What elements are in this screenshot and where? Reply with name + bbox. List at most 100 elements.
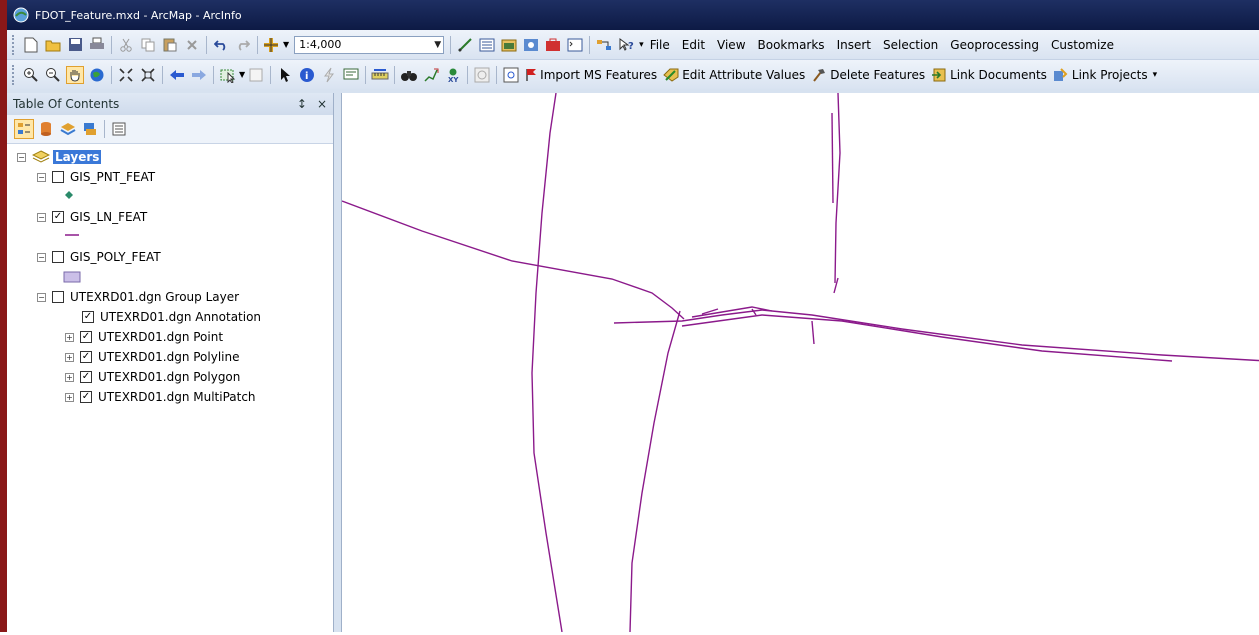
layer-visibility-checkbox[interactable]: ✓ bbox=[80, 371, 92, 383]
panel-splitter[interactable] bbox=[334, 93, 341, 632]
layer-label[interactable]: UTEXRD01.dgn Group Layer bbox=[70, 290, 239, 304]
toolbar-grip[interactable] bbox=[12, 64, 17, 85]
menu-selection[interactable]: Selection bbox=[883, 38, 938, 52]
layer-label[interactable]: GIS_LN_FEAT bbox=[70, 210, 147, 224]
save-icon[interactable] bbox=[66, 36, 84, 54]
road-line[interactable] bbox=[629, 310, 681, 633]
delete-icon[interactable] bbox=[183, 36, 201, 54]
link-projects-button[interactable]: Link Projects bbox=[1053, 68, 1148, 82]
road-line[interactable] bbox=[531, 92, 563, 633]
new-document-icon[interactable] bbox=[22, 36, 40, 54]
layer-row-group-layer[interactable]: − UTEXRD01.dgn Group Layer bbox=[37, 288, 239, 306]
layer-row-gis-poly-feat[interactable]: − GIS_POLY_FEAT bbox=[37, 248, 161, 266]
toolbar-grip[interactable] bbox=[12, 34, 17, 55]
road-line[interactable] bbox=[834, 92, 841, 284]
go-to-xy-icon[interactable]: XY bbox=[444, 66, 462, 84]
copy-icon[interactable] bbox=[139, 36, 157, 54]
list-by-selection-icon[interactable] bbox=[80, 119, 100, 139]
layer-visibility-checkbox[interactable]: ✓ bbox=[82, 311, 94, 323]
layers-root-label[interactable]: Layers bbox=[53, 150, 102, 164]
arctoolbox-icon[interactable] bbox=[544, 36, 562, 54]
search-window-icon[interactable] bbox=[522, 36, 540, 54]
sublayer-row-polygon[interactable]: + ✓ UTEXRD01.dgn Polygon bbox=[65, 368, 240, 386]
menu-customize[interactable]: Customize bbox=[1051, 38, 1114, 52]
add-data-icon[interactable] bbox=[263, 36, 281, 54]
time-slider-icon[interactable] bbox=[473, 66, 491, 84]
sublayer-label[interactable]: UTEXRD01.dgn Point bbox=[98, 330, 223, 344]
chevron-down-icon[interactable]: ▼ bbox=[434, 40, 441, 50]
collapse-toggle[interactable]: − bbox=[17, 152, 26, 162]
sublayer-row-polyline[interactable]: + ✓ UTEXRD01.dgn Polyline bbox=[65, 348, 239, 366]
sublayer-row-annotation[interactable]: ✓ UTEXRD01.dgn Annotation bbox=[82, 308, 261, 326]
sublayer-label[interactable]: UTEXRD01.dgn Polyline bbox=[98, 350, 239, 364]
clear-selection-icon[interactable] bbox=[247, 66, 265, 84]
list-by-source-icon[interactable] bbox=[36, 119, 56, 139]
undo-icon[interactable] bbox=[212, 36, 230, 54]
collapse-toggle[interactable]: − bbox=[37, 292, 46, 302]
go-forward-arrow-icon[interactable] bbox=[190, 66, 208, 84]
map-canvas[interactable] bbox=[341, 92, 1259, 633]
layer-visibility-checkbox[interactable] bbox=[52, 251, 64, 263]
expand-toggle[interactable]: + bbox=[65, 352, 74, 362]
pan-hand-icon[interactable] bbox=[66, 65, 84, 84]
select-dropdown-icon[interactable]: ▼ bbox=[239, 70, 245, 79]
collapse-toggle[interactable]: − bbox=[37, 252, 46, 262]
fixed-zoom-out-icon[interactable] bbox=[139, 66, 157, 84]
identify-icon[interactable]: i bbox=[298, 66, 316, 84]
menu-geoprocessing[interactable]: Geoprocessing bbox=[950, 38, 1039, 52]
model-builder-icon[interactable] bbox=[595, 36, 613, 54]
paste-icon[interactable] bbox=[161, 36, 179, 54]
go-back-arrow-icon[interactable] bbox=[168, 66, 186, 84]
menu-view[interactable]: View bbox=[717, 38, 745, 52]
python-window-icon[interactable] bbox=[566, 36, 584, 54]
zoom-in-icon[interactable] bbox=[22, 66, 40, 84]
select-elements-arrow-icon[interactable] bbox=[276, 66, 294, 84]
find-binoculars-icon[interactable] bbox=[400, 66, 418, 84]
collapse-toggle[interactable]: − bbox=[37, 212, 46, 222]
road-line[interactable] bbox=[341, 200, 685, 320]
layer-visibility-checkbox[interactable]: ✓ bbox=[80, 391, 92, 403]
menu-file[interactable]: File bbox=[650, 38, 670, 52]
layer-visibility-checkbox[interactable]: ✓ bbox=[80, 331, 92, 343]
sublayer-label[interactable]: UTEXRD01.dgn Annotation bbox=[100, 310, 261, 324]
expand-toggle[interactable]: + bbox=[65, 332, 74, 342]
delete-features-button[interactable]: Delete Features bbox=[811, 68, 925, 82]
toc-options-icon[interactable] bbox=[109, 119, 129, 139]
menu-edit[interactable]: Edit bbox=[682, 38, 705, 52]
find-route-icon[interactable] bbox=[422, 66, 440, 84]
sublayer-row-multipatch[interactable]: + ✓ UTEXRD01.dgn MultiPatch bbox=[65, 388, 256, 406]
road-line[interactable] bbox=[831, 112, 834, 204]
link-documents-button[interactable]: Link Documents bbox=[931, 68, 1047, 82]
catalog-window-icon[interactable] bbox=[500, 36, 518, 54]
redo-icon[interactable] bbox=[234, 36, 252, 54]
sublayer-label[interactable]: UTEXRD01.dgn MultiPatch bbox=[98, 390, 256, 404]
layer-label[interactable]: GIS_PNT_FEAT bbox=[70, 170, 155, 184]
expand-toggle[interactable]: + bbox=[65, 372, 74, 382]
list-by-visibility-icon[interactable] bbox=[58, 119, 78, 139]
collapse-toggle[interactable]: − bbox=[37, 172, 46, 182]
create-viewer-window-icon[interactable] bbox=[502, 66, 520, 84]
pin-icon[interactable]: ↕ bbox=[297, 97, 307, 111]
sublayer-row-point[interactable]: + ✓ UTEXRD01.dgn Point bbox=[65, 328, 223, 346]
hyperlink-lightning-icon[interactable] bbox=[320, 66, 338, 84]
layer-visibility-checkbox[interactable] bbox=[52, 291, 64, 303]
road-line[interactable] bbox=[811, 320, 815, 345]
cut-icon[interactable] bbox=[117, 36, 135, 54]
toolbar-overflow-icon[interactable]: ▾ bbox=[1153, 70, 1158, 80]
whats-this-help-icon[interactable]: ? bbox=[617, 36, 635, 54]
measure-icon[interactable] bbox=[371, 66, 389, 84]
layer-row-gis-ln-feat[interactable]: − ✓ GIS_LN_FEAT bbox=[37, 208, 147, 226]
layer-visibility-checkbox[interactable]: ✓ bbox=[52, 211, 64, 223]
menu-bookmarks[interactable]: Bookmarks bbox=[758, 38, 825, 52]
full-extent-globe-icon[interactable] bbox=[88, 66, 106, 84]
toolbar-overflow-icon[interactable]: ▾ bbox=[639, 40, 644, 50]
select-features-icon[interactable] bbox=[219, 66, 237, 84]
layer-row-gis-pnt-feat[interactable]: − GIS_PNT_FEAT bbox=[37, 168, 155, 186]
edit-attribute-values-button[interactable]: Edit Attribute Values bbox=[663, 68, 805, 82]
import-ms-features-button[interactable]: Import MS Features bbox=[525, 68, 657, 82]
close-icon[interactable]: × bbox=[317, 97, 327, 111]
fixed-zoom-in-icon[interactable] bbox=[117, 66, 135, 84]
layer-visibility-checkbox[interactable]: ✓ bbox=[80, 351, 92, 363]
editor-toolbar-icon[interactable] bbox=[456, 36, 474, 54]
layers-root-row[interactable]: − Layers bbox=[17, 148, 102, 166]
